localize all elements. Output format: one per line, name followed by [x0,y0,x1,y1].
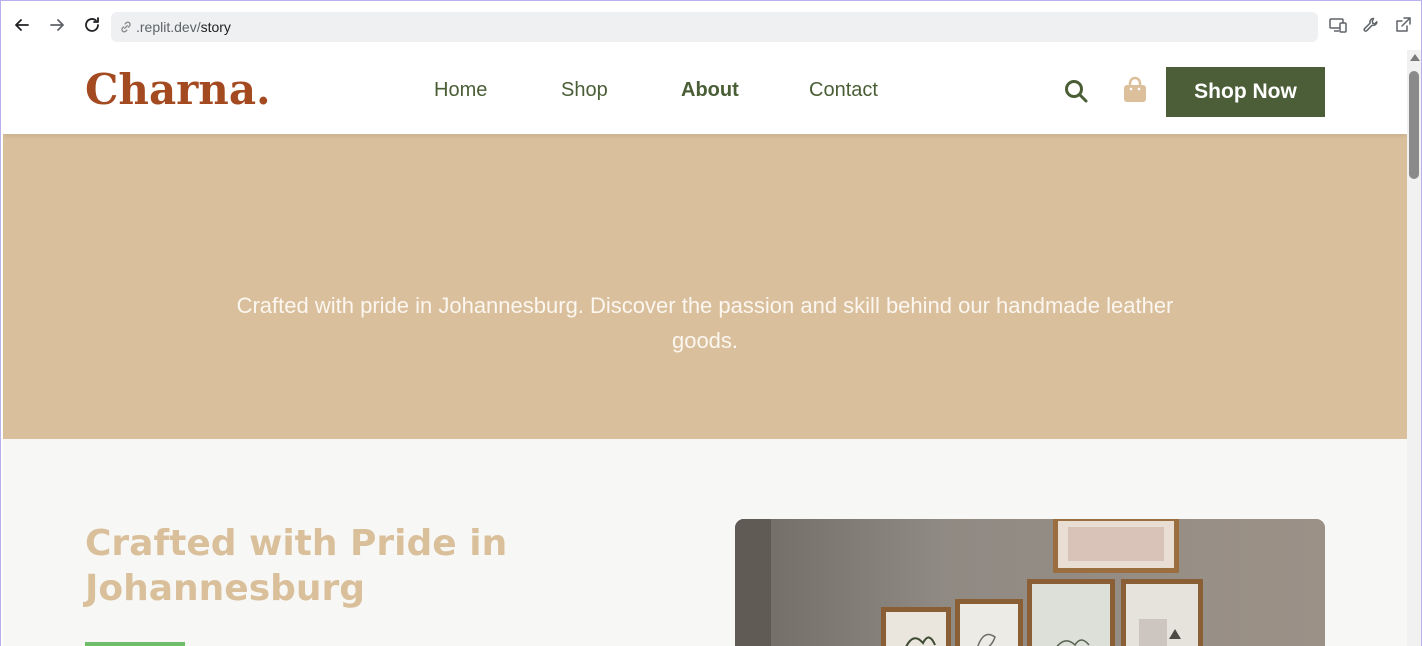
nav-link-home[interactable]: Home [434,79,487,102]
external-link-icon[interactable] [1392,14,1414,36]
nav-link-about[interactable]: About [681,79,739,102]
brand-logo[interactable]: Charna. [85,65,271,114]
shop-now-button[interactable]: Shop Now [1166,67,1325,117]
site-header: Charna. Home Shop About Contact Shop Now [3,50,1407,134]
browser-toolbar: .replit.dev/story [1,1,1421,50]
url-host: .replit.dev/ [136,19,201,35]
nav-link-contact[interactable]: Contact [809,79,878,102]
hero-text: Crafted with pride in Johannesburg. Disc… [236,293,1174,353]
nav-link-shop[interactable]: Shop [561,79,608,102]
forward-arrow-icon[interactable] [46,14,68,36]
device-icon[interactable] [1327,14,1349,36]
link-icon [121,21,131,33]
reload-icon[interactable] [81,14,103,36]
browser-window: .replit.dev/story Charna. Home Shop Abou… [0,0,1422,646]
search-icon[interactable] [1063,78,1089,104]
shopping-bag-icon[interactable] [1122,76,1148,104]
hero-banner: Crafted with pride in Johannesburg. Disc… [3,134,1407,439]
url-path: story [200,19,231,35]
title-accent-bar [85,642,185,646]
page-viewport: Charna. Home Shop About Contact Shop Now… [3,50,1407,646]
scroll-thumb[interactable] [1409,71,1419,179]
workshop-photo [735,519,1325,646]
scroll-up-arrow-icon[interactable] [1410,54,1420,61]
address-bar[interactable]: .replit.dev/story [111,12,1318,42]
back-arrow-icon[interactable] [11,14,33,36]
wrench-icon[interactable] [1360,14,1382,36]
story-title: Crafted with Pride in Johannesburg [85,523,508,609]
page-scrollbar[interactable] [1407,50,1421,646]
